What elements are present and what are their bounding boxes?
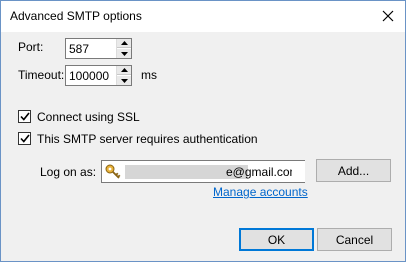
timeout-spinner[interactable]: 100000 — [65, 65, 132, 86]
ok-button[interactable]: OK — [239, 228, 314, 251]
ssl-checkbox[interactable] — [18, 110, 31, 123]
advanced-smtp-options-dialog: Advanced SMTP options Port: 587 Timeout:… — [0, 0, 406, 262]
account-value: e@gmail.com — [226, 165, 300, 179]
arrow-up-icon — [120, 68, 128, 72]
arrow-down-icon — [120, 51, 128, 56]
auth-checkbox[interactable] — [18, 132, 31, 145]
timeout-label: Timeout: — [18, 68, 65, 82]
checkmark-icon — [19, 134, 30, 143]
close-button[interactable] — [373, 1, 403, 31]
timeout-unit: ms — [141, 68, 157, 82]
port-decrement-button[interactable] — [117, 49, 131, 58]
checkmark-icon — [19, 112, 30, 121]
dialog-title: Advanced SMTP options — [10, 9, 142, 23]
dialog-body: Port: 587 Timeout: 100000 ms Connect usi… — [1, 32, 405, 261]
port-increment-button[interactable] — [117, 39, 131, 48]
add-account-button[interactable]: Add... — [316, 159, 391, 182]
account-combobox[interactable]: e@gmail.com — [101, 160, 305, 183]
port-spin-buttons — [116, 39, 131, 58]
port-spinner[interactable]: 587 — [65, 38, 132, 59]
timeout-spin-buttons — [116, 66, 131, 85]
combobox-edge — [292, 161, 305, 182]
manage-accounts-link[interactable]: Manage accounts — [213, 185, 308, 199]
close-icon — [382, 10, 394, 22]
auth-label[interactable]: This SMTP server requires authentication — [37, 132, 258, 146]
arrow-up-icon — [120, 41, 128, 45]
timeout-increment-button[interactable] — [117, 66, 131, 75]
port-value[interactable]: 587 — [69, 42, 89, 56]
title-bar: Advanced SMTP options — [1, 1, 405, 32]
ssl-label[interactable]: Connect using SSL — [37, 110, 140, 124]
port-label: Port: — [18, 40, 44, 54]
timeout-value[interactable]: 100000 — [69, 69, 109, 83]
logon-label: Log on as: — [40, 165, 97, 179]
cancel-button[interactable]: Cancel — [317, 228, 392, 251]
timeout-decrement-button[interactable] — [117, 76, 131, 85]
key-icon — [104, 163, 122, 181]
arrow-down-icon — [120, 78, 128, 83]
